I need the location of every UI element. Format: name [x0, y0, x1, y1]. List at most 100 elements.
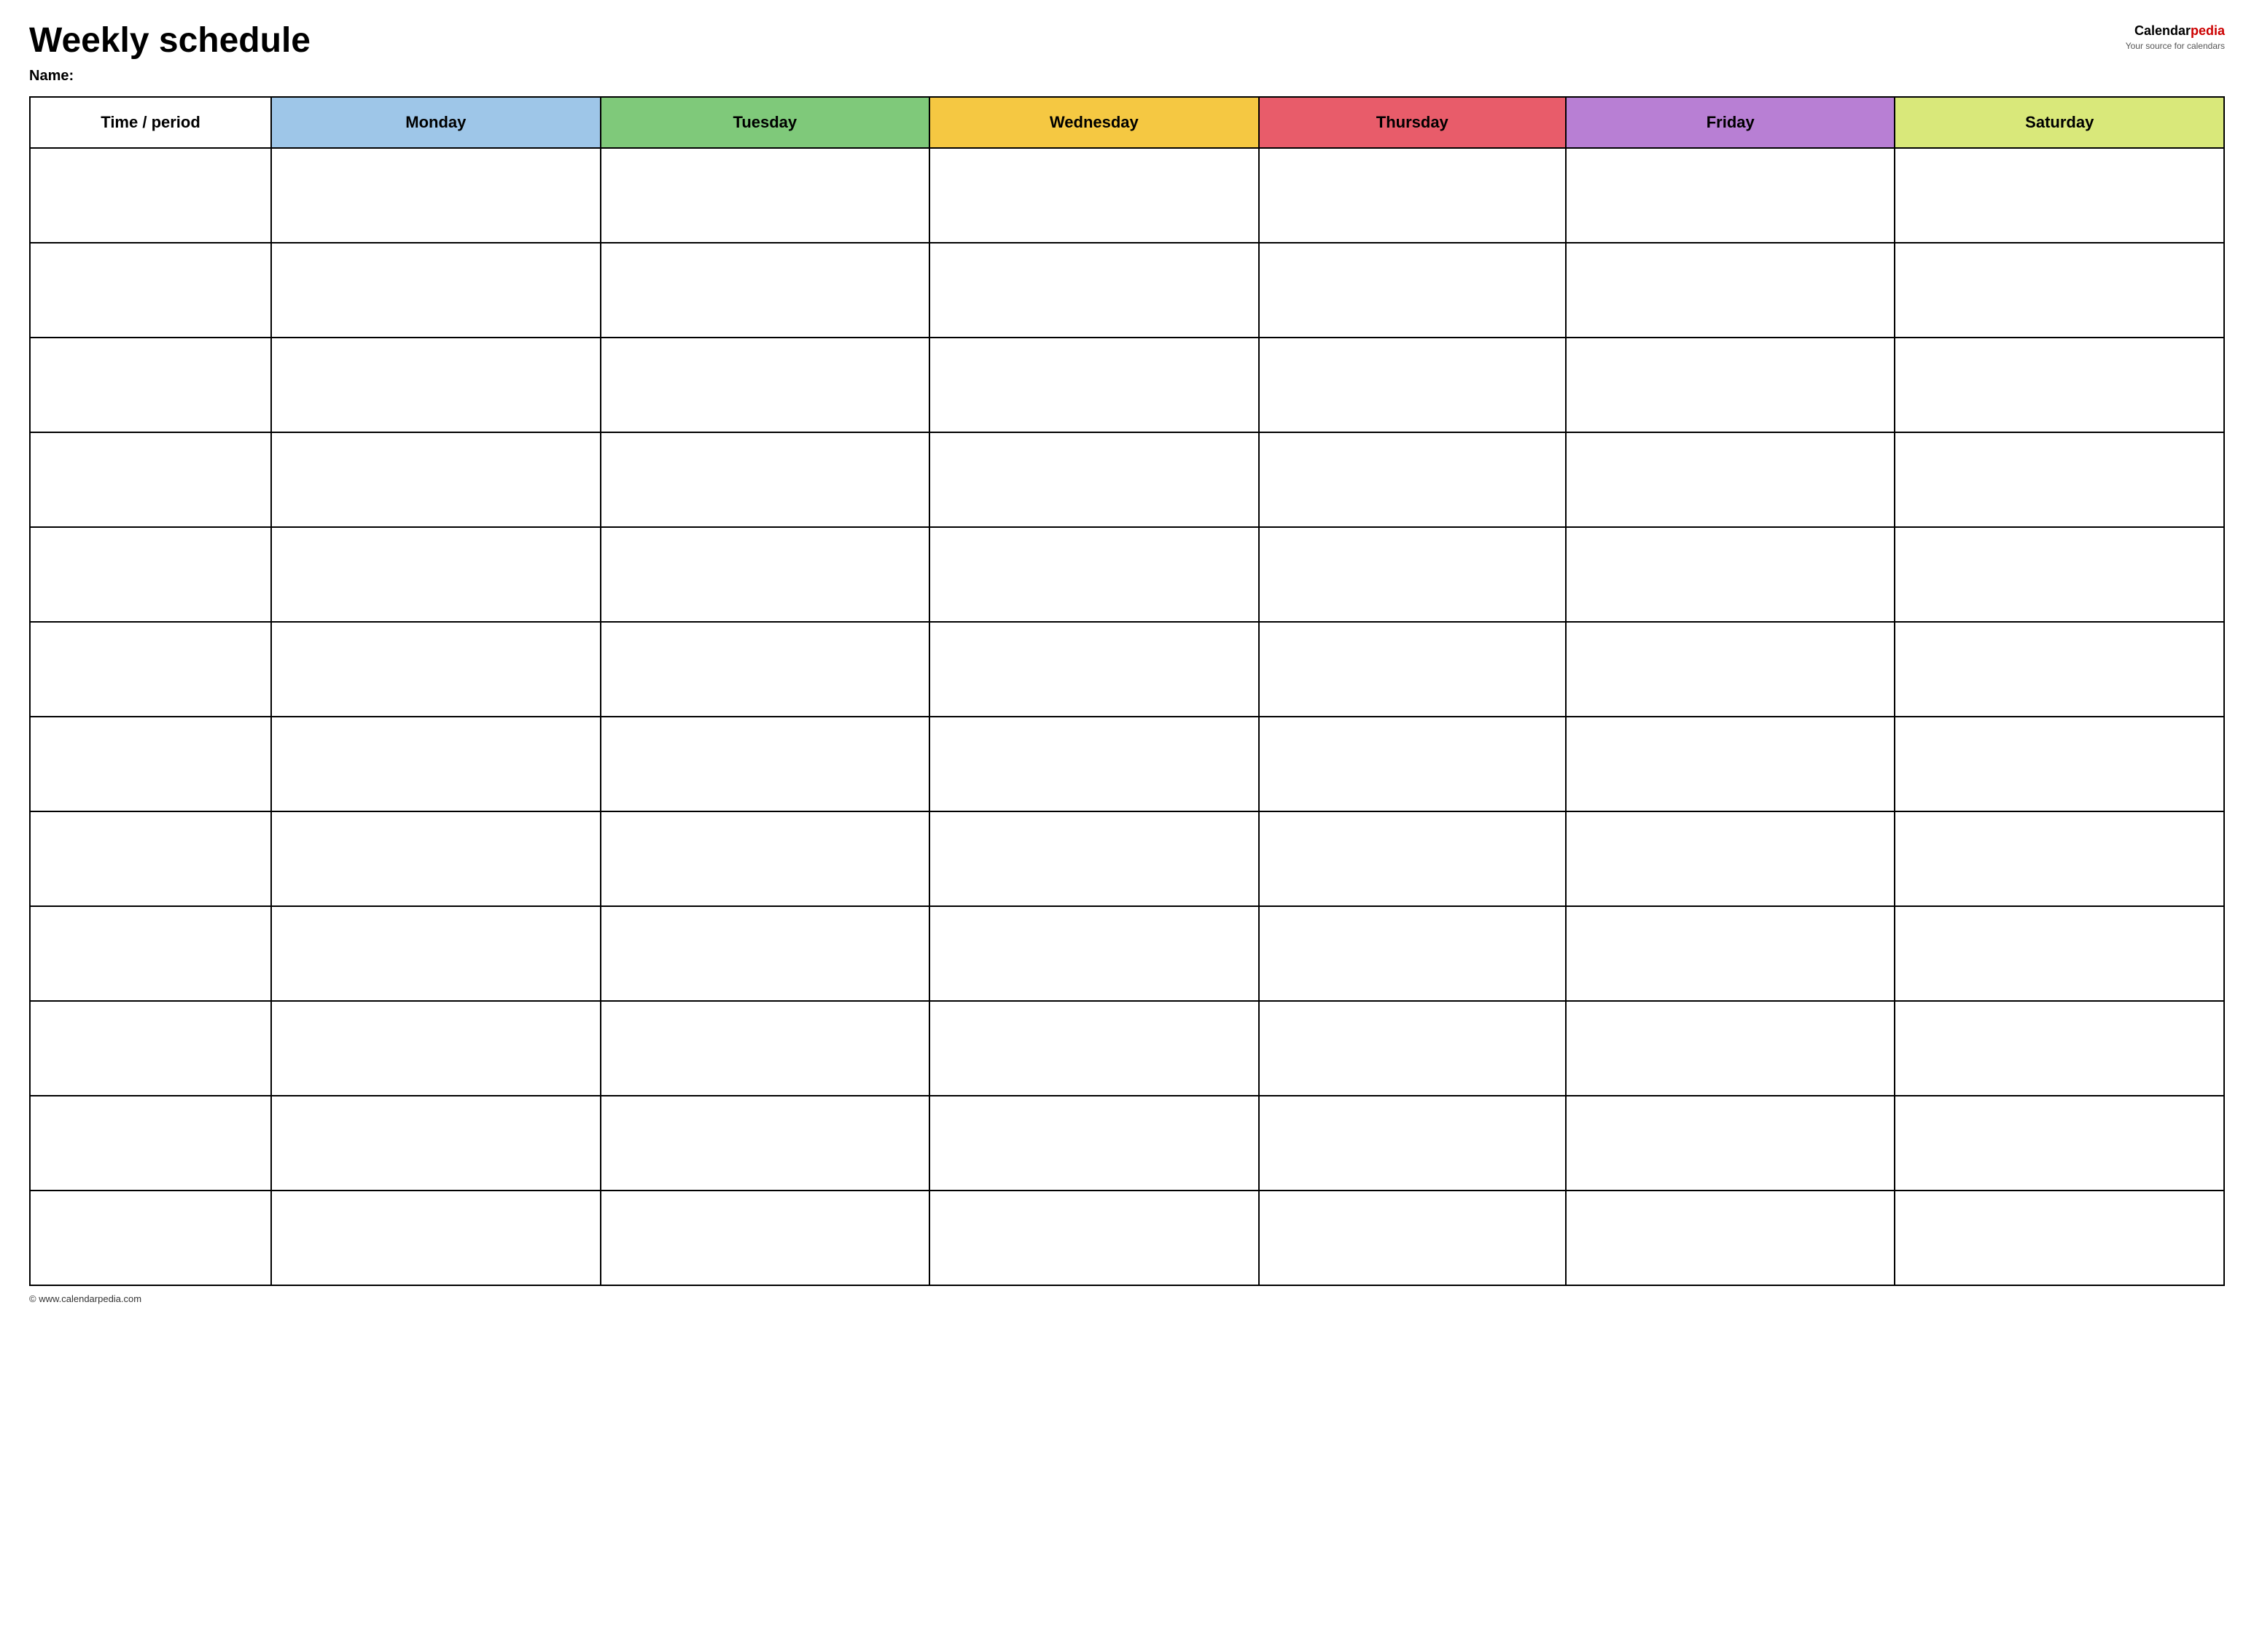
header-friday: Friday: [1566, 97, 1895, 148]
time-cell[interactable]: [30, 1096, 271, 1191]
schedule-cell[interactable]: [1566, 906, 1895, 1001]
table-row: [30, 338, 2224, 432]
schedule-cell[interactable]: [601, 432, 930, 527]
schedule-cell[interactable]: [1895, 148, 2224, 243]
schedule-cell[interactable]: [1566, 1001, 1895, 1096]
schedule-cell[interactable]: [929, 906, 1259, 1001]
schedule-cell[interactable]: [1895, 338, 2224, 432]
table-row: [30, 1096, 2224, 1191]
schedule-cell[interactable]: [1259, 148, 1566, 243]
schedule-cell[interactable]: [1259, 906, 1566, 1001]
schedule-cell[interactable]: [1259, 432, 1566, 527]
schedule-cell[interactable]: [1566, 148, 1895, 243]
schedule-cell[interactable]: [1259, 1191, 1566, 1285]
schedule-cell[interactable]: [601, 243, 930, 338]
schedule-cell[interactable]: [929, 338, 1259, 432]
header-monday: Monday: [271, 97, 601, 148]
time-cell[interactable]: [30, 811, 271, 906]
time-cell[interactable]: [30, 148, 271, 243]
schedule-cell[interactable]: [929, 1191, 1259, 1285]
schedule-cell[interactable]: [1259, 811, 1566, 906]
table-header-row: Time / period Monday Tuesday Wednesday T…: [30, 97, 2224, 148]
schedule-cell[interactable]: [1895, 1096, 2224, 1191]
time-cell[interactable]: [30, 1001, 271, 1096]
schedule-cell[interactable]: [1895, 1191, 2224, 1285]
schedule-cell[interactable]: [929, 811, 1259, 906]
schedule-cell[interactable]: [1566, 622, 1895, 717]
schedule-cell[interactable]: [1566, 1096, 1895, 1191]
schedule-cell[interactable]: [1895, 811, 2224, 906]
header-tuesday: Tuesday: [601, 97, 930, 148]
schedule-cell[interactable]: [601, 148, 930, 243]
schedule-cell[interactable]: [929, 1001, 1259, 1096]
schedule-cell[interactable]: [929, 527, 1259, 622]
time-cell[interactable]: [30, 717, 271, 811]
schedule-cell[interactable]: [271, 622, 601, 717]
schedule-cell[interactable]: [1259, 243, 1566, 338]
page-title: Weekly schedule: [29, 22, 311, 61]
header-time: Time / period: [30, 97, 271, 148]
time-cell[interactable]: [30, 622, 271, 717]
schedule-cell[interactable]: [271, 1191, 601, 1285]
time-cell[interactable]: [30, 432, 271, 527]
schedule-cell[interactable]: [1895, 622, 2224, 717]
schedule-cell[interactable]: [271, 148, 601, 243]
schedule-cell[interactable]: [1895, 906, 2224, 1001]
schedule-cell[interactable]: [601, 1096, 930, 1191]
schedule-cell[interactable]: [271, 338, 601, 432]
schedule-cell[interactable]: [271, 527, 601, 622]
schedule-cell[interactable]: [1895, 243, 2224, 338]
schedule-cell[interactable]: [601, 811, 930, 906]
time-cell[interactable]: [30, 243, 271, 338]
schedule-cell[interactable]: [929, 148, 1259, 243]
schedule-cell[interactable]: [271, 243, 601, 338]
schedule-cell[interactable]: [929, 717, 1259, 811]
schedule-cell[interactable]: [1566, 243, 1895, 338]
schedule-cell[interactable]: [271, 432, 601, 527]
schedule-cell[interactable]: [1895, 717, 2224, 811]
schedule-cell[interactable]: [1566, 432, 1895, 527]
schedule-cell[interactable]: [601, 338, 930, 432]
schedule-cell[interactable]: [601, 1191, 930, 1285]
title-section: Weekly schedule Name:: [29, 22, 311, 85]
schedule-cell[interactable]: [1895, 1001, 2224, 1096]
schedule-cell[interactable]: [271, 906, 601, 1001]
header-saturday: Saturday: [1895, 97, 2224, 148]
schedule-cell[interactable]: [929, 622, 1259, 717]
schedule-cell[interactable]: [271, 1001, 601, 1096]
schedule-cell[interactable]: [1259, 527, 1566, 622]
name-label: Name:: [29, 68, 311, 85]
schedule-cell[interactable]: [601, 906, 930, 1001]
time-cell[interactable]: [30, 906, 271, 1001]
schedule-cell[interactable]: [1259, 717, 1566, 811]
schedule-cell[interactable]: [271, 811, 601, 906]
schedule-cell[interactable]: [601, 717, 930, 811]
schedule-cell[interactable]: [929, 1096, 1259, 1191]
schedule-cell[interactable]: [1895, 527, 2224, 622]
time-cell[interactable]: [30, 527, 271, 622]
schedule-cell[interactable]: [1566, 527, 1895, 622]
schedule-cell[interactable]: [601, 622, 930, 717]
schedule-cell[interactable]: [929, 432, 1259, 527]
schedule-cell[interactable]: [1259, 338, 1566, 432]
weekly-schedule-table: Time / period Monday Tuesday Wednesday T…: [29, 96, 2225, 1286]
schedule-cell[interactable]: [929, 243, 1259, 338]
schedule-cell[interactable]: [1259, 1001, 1566, 1096]
schedule-cell[interactable]: [1566, 1191, 1895, 1285]
schedule-cell[interactable]: [601, 1001, 930, 1096]
schedule-cell[interactable]: [1566, 338, 1895, 432]
time-cell[interactable]: [30, 338, 271, 432]
schedule-cell[interactable]: [271, 1096, 601, 1191]
time-cell[interactable]: [30, 1191, 271, 1285]
schedule-cell[interactable]: [1566, 717, 1895, 811]
schedule-cell[interactable]: [1259, 622, 1566, 717]
table-row: [30, 1191, 2224, 1285]
schedule-cell[interactable]: [1566, 811, 1895, 906]
schedule-cell[interactable]: [1259, 1096, 1566, 1191]
table-row: [30, 622, 2224, 717]
schedule-cell[interactable]: [271, 717, 601, 811]
schedule-cell[interactable]: [1895, 432, 2224, 527]
header-wednesday: Wednesday: [929, 97, 1259, 148]
table-row: [30, 432, 2224, 527]
schedule-cell[interactable]: [601, 527, 930, 622]
